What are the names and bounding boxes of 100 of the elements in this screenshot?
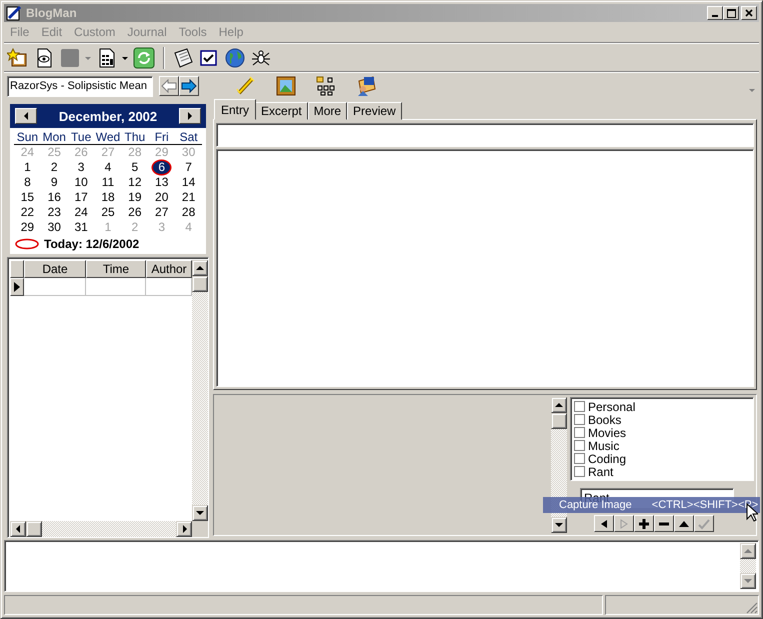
scroll-up-button[interactable] bbox=[740, 543, 756, 559]
table-cell[interactable] bbox=[24, 278, 86, 296]
scroll-down-button[interactable] bbox=[192, 505, 208, 521]
horizontal-scrollbar[interactable] bbox=[10, 521, 208, 537]
notepad-icon[interactable] bbox=[172, 47, 194, 69]
close-button[interactable] bbox=[741, 6, 757, 20]
globe-icon[interactable] bbox=[224, 47, 246, 69]
checkbox[interactable] bbox=[574, 453, 585, 464]
table-cell[interactable] bbox=[86, 278, 146, 296]
today-label[interactable]: Today: 12/6/2002 bbox=[44, 237, 140, 251]
previous-month-button[interactable] bbox=[15, 108, 37, 124]
selected-day[interactable]: 6 bbox=[153, 161, 170, 174]
grid-dots-icon[interactable] bbox=[315, 75, 337, 97]
calendar-day[interactable]: 27 bbox=[148, 205, 176, 220]
calendar-day[interactable]: 15 bbox=[14, 190, 41, 205]
calendar-day[interactable]: 3 bbox=[68, 160, 95, 175]
calendar-day[interactable]: 25 bbox=[94, 205, 122, 220]
scroll-down-button[interactable] bbox=[551, 517, 567, 533]
calendar-day[interactable]: 28 bbox=[175, 205, 202, 220]
calendar-day[interactable]: 23 bbox=[40, 205, 68, 220]
up-triangle-icon bbox=[195, 264, 205, 272]
refresh-icon[interactable] bbox=[133, 47, 155, 69]
window-title: BlogMan bbox=[26, 6, 78, 20]
tab[interactable]: Preview bbox=[347, 102, 402, 120]
output-text-area[interactable] bbox=[4, 540, 759, 592]
calendar-day[interactable]: 30 bbox=[40, 220, 68, 235]
calendar-day[interactable]: 20 bbox=[148, 190, 176, 205]
checkbox[interactable] bbox=[574, 427, 585, 438]
calendar-day[interactable]: 8 bbox=[14, 175, 41, 190]
scroll-up-button[interactable] bbox=[551, 397, 567, 413]
calendar-day[interactable]: 18 bbox=[94, 190, 122, 205]
down-triangle-icon bbox=[554, 521, 564, 529]
column-header[interactable]: Time bbox=[86, 260, 146, 278]
left-triangle-icon bbox=[14, 524, 22, 534]
up-triangle-icon bbox=[743, 547, 753, 555]
table-cell[interactable] bbox=[146, 278, 192, 296]
scroll-thumb[interactable] bbox=[192, 276, 208, 292]
calendar-day[interactable]: 22 bbox=[14, 205, 41, 220]
checkbox[interactable] bbox=[574, 440, 585, 451]
category-label[interactable]: Books bbox=[588, 412, 622, 426]
calendar-day[interactable]: 16 bbox=[40, 190, 68, 205]
book-star-icon[interactable] bbox=[7, 47, 29, 69]
maximize-button[interactable] bbox=[723, 6, 739, 20]
calendar-day[interactable]: 11 bbox=[94, 175, 122, 190]
checkbox[interactable] bbox=[574, 414, 585, 425]
forward-button[interactable] bbox=[179, 76, 199, 96]
calendar-day[interactable]: 29 bbox=[14, 220, 41, 235]
checkbox[interactable] bbox=[574, 466, 585, 477]
check-icon bbox=[698, 518, 710, 530]
calendar-day[interactable]: 1 bbox=[14, 160, 41, 175]
calendar-day[interactable]: 2 bbox=[40, 160, 68, 175]
vertical-scrollbar[interactable] bbox=[740, 543, 756, 589]
tab[interactable]: Excerpt bbox=[255, 102, 308, 120]
scroll-right-button[interactable] bbox=[176, 521, 192, 537]
calendar-day[interactable]: 19 bbox=[121, 190, 148, 205]
vertical-scrollbar[interactable] bbox=[192, 260, 208, 521]
scroll-thumb[interactable] bbox=[26, 521, 42, 537]
calendar-day[interactable]: 7 bbox=[175, 160, 202, 175]
tab[interactable]: More bbox=[308, 102, 348, 120]
weekday-label: Sun bbox=[16, 130, 40, 144]
calendar-day[interactable]: 5 bbox=[121, 160, 148, 175]
category-label[interactable]: Coding bbox=[588, 452, 626, 466]
category-tool-button[interactable] bbox=[634, 515, 654, 532]
picture-frame-icon[interactable] bbox=[275, 75, 297, 97]
category-tool-button[interactable] bbox=[654, 515, 674, 532]
column-header[interactable]: Date bbox=[24, 260, 86, 278]
calendar-day[interactable]: 4 bbox=[94, 160, 122, 175]
calendar-day[interactable]: 12 bbox=[121, 175, 148, 190]
calendar-day[interactable]: 26 bbox=[121, 205, 148, 220]
category-label[interactable]: Music bbox=[588, 438, 620, 452]
blog-selector-field[interactable]: RazorSys - Solipsistic Mean bbox=[7, 76, 153, 96]
category-tool-button[interactable] bbox=[594, 515, 614, 532]
calendar-day[interactable]: 13 bbox=[148, 175, 176, 190]
calendar-day[interactable]: 17 bbox=[68, 190, 95, 205]
pen-spark-icon[interactable] bbox=[235, 75, 257, 97]
category-tool-button[interactable] bbox=[674, 515, 694, 532]
minimize-button[interactable] bbox=[707, 6, 723, 20]
right-triangle-icon bbox=[186, 111, 194, 121]
tab[interactable]: Entry bbox=[214, 99, 256, 120]
right-triangle-icon bbox=[14, 282, 20, 292]
calendar-day[interactable]: 14 bbox=[175, 175, 202, 190]
scroll-left-button[interactable] bbox=[10, 521, 26, 537]
calendar-day[interactable]: 31 bbox=[68, 220, 95, 235]
resize-grip-icon[interactable] bbox=[746, 602, 758, 614]
calendar-day[interactable]: 24 bbox=[68, 205, 95, 220]
weekday-label: Sat bbox=[178, 130, 199, 144]
down-triangle-icon bbox=[195, 509, 205, 517]
calendar-day[interactable]: 21 bbox=[175, 190, 202, 205]
scroll-up-button[interactable] bbox=[192, 260, 208, 276]
scroll-thumb[interactable] bbox=[551, 413, 567, 429]
checkbox[interactable] bbox=[574, 401, 585, 412]
entry-title-field[interactable] bbox=[216, 123, 754, 147]
calendar-day[interactable]: 10 bbox=[68, 175, 95, 190]
category-label[interactable]: Movies bbox=[588, 426, 626, 440]
category-label[interactable]: Rant bbox=[588, 464, 614, 478]
scroll-down-button[interactable] bbox=[740, 573, 756, 589]
calendar-day[interactable]: 9 bbox=[40, 175, 68, 190]
category-label[interactable]: Personal bbox=[588, 400, 636, 414]
column-header[interactable]: Author bbox=[146, 260, 192, 278]
next-month-button[interactable] bbox=[178, 108, 201, 124]
